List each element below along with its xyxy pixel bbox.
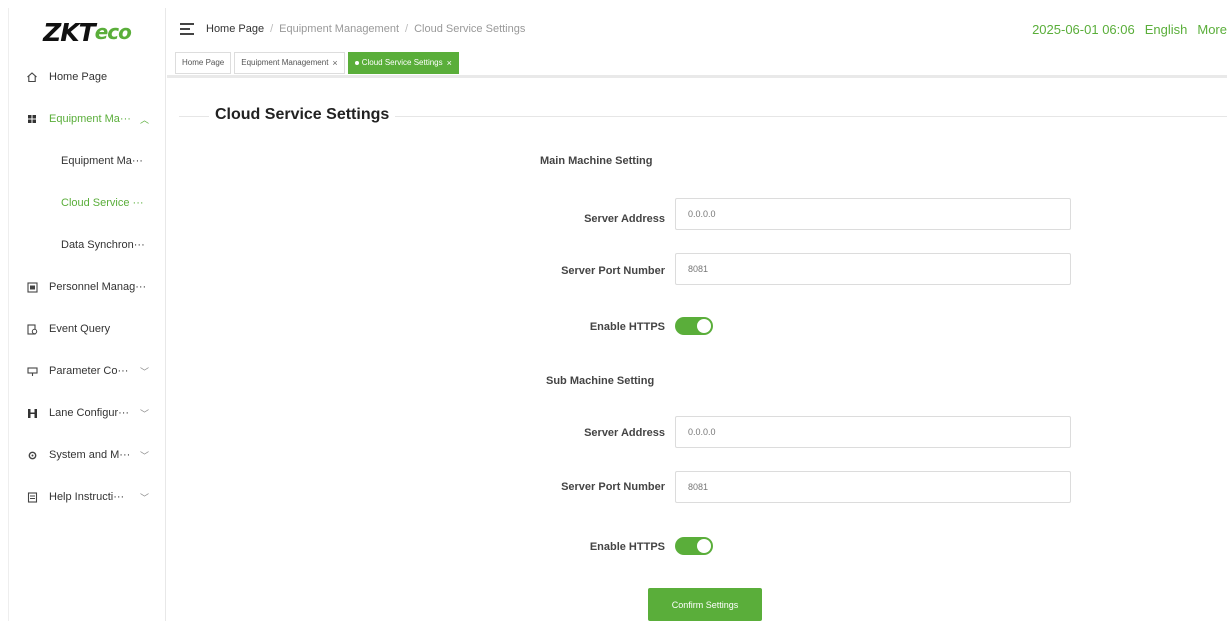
help-icon <box>25 490 39 504</box>
top-header: Home Page / Equipment Management / Cloud… <box>167 8 1227 50</box>
menu-toggle-icon[interactable] <box>180 23 194 35</box>
breadcrumb-current: Cloud Service Settings <box>414 23 526 35</box>
divider <box>395 116 1227 117</box>
sidebar-item-label: System and M··· <box>49 449 131 461</box>
sidebar-subitem-equipment-management[interactable]: Equipment Ma··· <box>9 140 165 182</box>
language-switch[interactable]: English <box>1145 22 1188 37</box>
datetime-display: 2025-06-01 06:06 <box>1032 21 1135 37</box>
breadcrumb-home[interactable]: Home Page <box>206 23 264 35</box>
sidebar-subitem-label: Equipment Ma··· <box>61 155 143 167</box>
breadcrumb-equipment-management[interactable]: Equipment Management <box>279 23 399 35</box>
close-icon[interactable]: × <box>447 58 452 68</box>
sub-server-address-label: Server Address <box>584 427 665 439</box>
sub-server-address-input[interactable] <box>675 416 1071 448</box>
chevron-down-icon: ﹀ <box>139 408 149 419</box>
chevron-down-icon: ﹀ <box>139 492 149 503</box>
sidebar-subitem-label: Cloud Service ··· <box>61 197 144 209</box>
sidebar-item-home-page[interactable]: Home Page <box>9 56 165 98</box>
sidebar-item-help-instructions[interactable]: Help Instructi··· ﹀ <box>9 476 165 518</box>
breadcrumb-separator: / <box>270 23 274 35</box>
breadcrumb: Home Page / Equipment Management / Cloud… <box>206 23 525 35</box>
sidebar-subitem-data-synchronization[interactable]: Data Synchron··· <box>9 224 165 266</box>
active-dot-icon <box>354 60 359 65</box>
sidebar-item-equipment-management[interactable]: Equipment Ma··· ︿ <box>9 98 165 140</box>
main-server-address-label: Server Address <box>584 213 665 225</box>
app-root: ZKT eco Home Page Equipment Ma··· ︿ Equip… <box>0 0 1227 621</box>
toggle-knob <box>697 539 711 553</box>
main-server-address-input[interactable] <box>675 198 1071 230</box>
sidebar-item-lane-configuration[interactable]: Lane Configur··· ﹀ <box>9 392 165 434</box>
lane-icon <box>25 406 39 420</box>
sidebar-subitem-label: Data Synchron··· <box>61 239 145 251</box>
toggle-knob <box>697 319 711 333</box>
main-enable-https-toggle[interactable] <box>675 317 713 335</box>
chevron-down-icon: ﹀ <box>139 450 149 461</box>
main-server-port-input[interactable] <box>675 253 1071 285</box>
main-machine-setting-title: Main Machine Setting <box>540 155 653 167</box>
divider <box>179 116 209 117</box>
sidebar-item-label: Home Page <box>49 71 108 83</box>
personnel-icon <box>25 280 39 294</box>
sub-enable-https-toggle[interactable] <box>675 537 713 555</box>
home-icon <box>25 70 39 84</box>
header-right: 2025-06-01 06:06 English More <box>1032 8 1227 50</box>
sub-enable-https-label: Enable HTTPS <box>589 541 665 553</box>
sub-server-port-label: Server Port Number <box>561 481 665 493</box>
sidebar-item-personnel-management[interactable]: Personnel Manag··· <box>9 266 165 308</box>
sidebar-item-label: Personnel Manag··· <box>49 281 147 293</box>
sidebar-item-event-query[interactable]: Event Query <box>9 308 165 350</box>
sidebar-item-label: Parameter Co··· <box>49 365 129 377</box>
main-server-port-label: Server Port Number <box>561 265 665 277</box>
sidebar: ZKT eco Home Page Equipment Ma··· ︿ Equip… <box>8 8 166 621</box>
tab-label: Home Page <box>182 58 225 67</box>
system-icon <box>25 448 39 462</box>
close-icon[interactable]: × <box>332 58 337 68</box>
tab-label: Cloud Service Settings <box>361 58 443 67</box>
more-menu[interactable]: More <box>1197 22 1227 37</box>
sidebar-item-label: Equipment Ma··· <box>49 113 131 125</box>
logo: ZKT eco <box>43 17 132 47</box>
sidebar-item-parameter-configuration[interactable]: Parameter Co··· ﹀ <box>9 350 165 392</box>
chevron-up-icon: ︿ <box>139 114 149 125</box>
tab-label: Equipment Management <box>241 58 329 67</box>
parameter-icon <box>25 364 39 378</box>
tab-home-page[interactable]: Home Page <box>175 51 232 74</box>
main-content: Cloud Service Settings Main Machine Sett… <box>167 81 1227 621</box>
page-tabs: Home Page Equipment Management × Cloud S… <box>167 50 1227 78</box>
chevron-down-icon: ﹀ <box>139 366 149 377</box>
equipment-icon <box>25 112 39 126</box>
sidebar-item-label: Lane Configur··· <box>49 407 130 419</box>
sidebar-item-label: Event Query <box>49 323 111 335</box>
sidebar-item-label: Help Instructi··· <box>49 491 125 503</box>
sub-machine-setting-title: Sub Machine Setting <box>546 375 655 387</box>
confirm-settings-button[interactable]: Confirm Settings <box>648 588 762 621</box>
tab-equipment-management[interactable]: Equipment Management × <box>234 51 345 74</box>
page-title: Cloud Service Settings <box>215 106 390 123</box>
tab-cloud-service-settings[interactable]: Cloud Service Settings × <box>347 51 459 74</box>
sidebar-subitem-cloud-service[interactable]: Cloud Service ··· <box>9 182 165 224</box>
event-icon <box>25 322 39 336</box>
breadcrumb-separator: / <box>405 23 409 35</box>
main-enable-https-label: Enable HTTPS <box>589 321 665 333</box>
sidebar-item-system-management[interactable]: System and M··· ﹀ <box>9 434 165 476</box>
sub-server-port-input[interactable] <box>675 471 1071 503</box>
